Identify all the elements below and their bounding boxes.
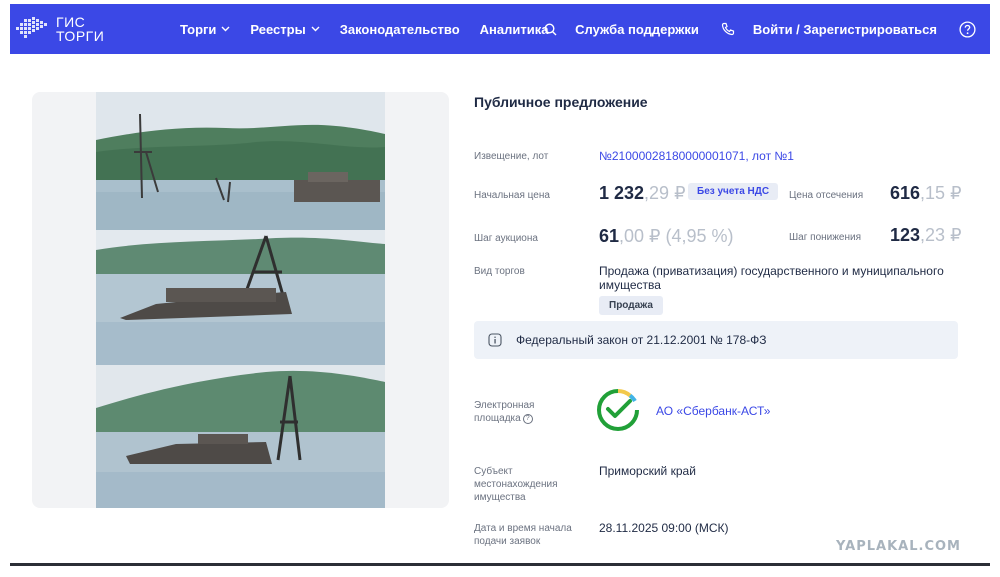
price-integer: 123	[890, 225, 921, 245]
law-text: Федеральный закон от 21.12.2001 № 178-ФЗ	[516, 333, 767, 347]
question-icon[interactable]: ?	[522, 414, 533, 424]
nav-item-label: Законодательство	[339, 21, 460, 37]
nav-item-torgi[interactable]: Торги	[180, 22, 230, 37]
region-value: Приморский край	[599, 464, 696, 478]
vat-badge: Без учета НДС	[688, 183, 779, 200]
platform-label-line-2: площадка?	[474, 412, 533, 425]
trade-type-chip: Продажа	[599, 296, 663, 315]
watermark: YAPLAKAL.COM	[836, 539, 961, 554]
info-icon	[488, 333, 502, 347]
search-button[interactable]	[544, 22, 557, 36]
trade-type-label: Вид торгов	[474, 266, 525, 277]
phone-button[interactable]	[721, 22, 735, 36]
nav-item-label: Торги	[180, 21, 217, 37]
sberbank-logo-icon	[597, 389, 639, 431]
nav-item-analytics[interactable]: Аналитика	[480, 22, 549, 37]
login-register-link[interactable]: Войти / Зарегистрироваться	[753, 22, 937, 37]
main-nav: Торги Реестры Законодательство Аналитика	[180, 4, 569, 54]
chevron-down-icon	[311, 26, 320, 32]
site-logo[interactable]: ГИС ТОРГИ	[14, 4, 104, 54]
phone-icon	[721, 22, 734, 36]
auction-step-label: Шаг аукциона	[474, 233, 538, 244]
support-link[interactable]: Служба поддержки	[575, 22, 699, 37]
help-button[interactable]	[959, 20, 976, 38]
lot-image-card[interactable]	[32, 92, 449, 508]
nav-item-label: Реестры	[250, 21, 306, 37]
chevron-down-icon	[221, 26, 230, 32]
price-integer: 616	[890, 183, 921, 203]
notice-label: Извещение, лот	[474, 151, 549, 162]
search-icon	[544, 22, 557, 35]
notice-link[interactable]: №21000028180000001071, лот №1	[599, 149, 794, 163]
cutoff-price-label: Цена отсечения	[789, 190, 864, 201]
platform-link[interactable]: АО «Сбербанк-АСТ»	[656, 404, 770, 418]
platform-label-text: площадка	[474, 413, 521, 424]
price-fraction: ,29 ₽	[644, 183, 686, 203]
page-title: Публичное предложение	[474, 94, 648, 110]
lot-photo[interactable]	[96, 92, 385, 508]
price-fraction: ,15 ₽	[920, 183, 962, 203]
russia-map-icon	[16, 17, 47, 38]
auction-step-value: 61,00 ₽ (4,95 %)	[599, 226, 734, 247]
region-label-line-1: Субъект	[474, 466, 513, 477]
nav-item-label: Аналитика	[479, 21, 549, 37]
nav-item-registries[interactable]: Реестры	[250, 21, 320, 37]
bottom-divider	[10, 563, 990, 566]
nav-item-legislation[interactable]: Законодательство	[340, 22, 460, 37]
date-label-line-1: Дата и время начала	[474, 523, 572, 534]
help-icon	[959, 20, 976, 38]
decrease-step-value: 123,23 ₽	[890, 225, 962, 246]
price-fraction: ,00 ₽ (4,95 %)	[619, 226, 734, 246]
decrease-step-label: Шаг понижения	[789, 232, 862, 243]
sunken-ship-photo	[96, 92, 385, 508]
logo-line-1: ГИС	[56, 14, 86, 30]
region-label-line-2: местонахождения	[474, 479, 558, 490]
date-label-line-2: подачи заявок	[474, 536, 541, 547]
price-integer: 1 232	[599, 183, 645, 203]
law-info-box: Федеральный закон от 21.12.2001 № 178-ФЗ	[474, 321, 958, 359]
trade-type-line-2: имущества	[599, 278, 661, 292]
region-label-line-3: имущества	[474, 492, 526, 503]
trade-type-line-1: Продажа (приватизация) государственного …	[599, 264, 944, 278]
cutoff-price-value: 616,15 ₽	[890, 183, 962, 204]
start-price-label: Начальная цена	[474, 190, 550, 201]
logo-line-2: ТОРГИ	[56, 28, 105, 44]
platform-label-line-1: Электронная	[474, 400, 535, 411]
start-price-value: 1 232,29 ₽	[599, 183, 686, 204]
price-integer: 61	[599, 226, 620, 246]
top-navigation-bar: ГИС ТОРГИ Торги Реестры Законодательство…	[10, 4, 990, 54]
price-fraction: ,23 ₽	[920, 225, 962, 245]
date-value: 28.11.2025 09:00 (МСК)	[599, 521, 729, 535]
header-actions: Служба поддержки Войти / Зарегистрироват…	[544, 4, 990, 54]
logo-text: ГИС ТОРГИ	[56, 15, 104, 43]
